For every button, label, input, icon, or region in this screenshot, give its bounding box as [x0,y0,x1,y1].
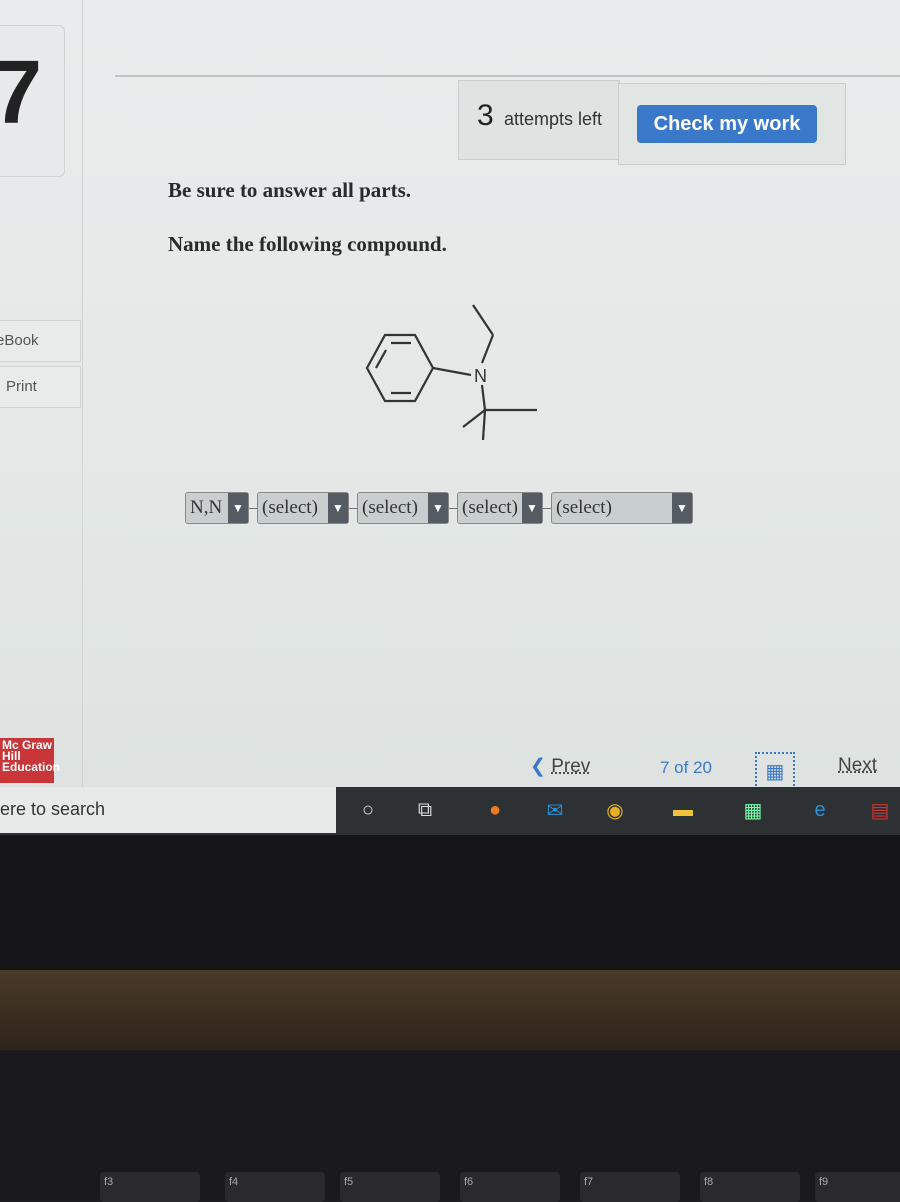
next-button[interactable]: Next [838,755,877,777]
key-f4: f4 [225,1172,325,1202]
chevron-down-icon: ▼ [672,493,692,523]
taskbar-search[interactable]: ere to search [0,787,336,833]
attempts-label: attempts left [504,109,602,130]
chrome-icon[interactable]: ◉ [600,795,630,825]
select-2[interactable]: (select) ▼ [357,492,449,524]
task-view-icon[interactable]: ⧉ [410,795,440,825]
chevron-down-icon: ▼ [228,493,248,523]
chevron-down-icon: ▼ [328,493,348,523]
key-f8: f8 [700,1172,800,1202]
answer-row: N,N ▼ (select) ▼ (select) ▼ (select) ▼ (sele… [185,492,693,524]
firefox-icon[interactable]: ● [480,795,510,825]
chevron-down-icon: ▼ [428,493,448,523]
select-prefix[interactable]: N,N ▼ [185,492,249,524]
prompt-text: Name the following compound. [168,232,447,257]
question-number-card: 7 [0,25,65,177]
instruction-text: Be sure to answer all parts. [168,178,411,203]
key-f5: f5 [340,1172,440,1202]
check-my-work-button[interactable]: Check my work [637,105,817,143]
grid-icon[interactable]: ▦ [755,752,795,790]
file-explorer-icon[interactable]: ▬ [668,795,698,825]
key-f3: f3 [100,1172,200,1202]
ebook-button[interactable]: eBook [0,320,81,362]
attempts-count: 3 [477,99,494,133]
select-1[interactable]: (select) ▼ [257,492,349,524]
screen: 7 eBook Print 3 attempts left Check my w… [0,0,900,835]
mail-icon[interactable]: ✉ [540,795,570,825]
question-position: 7 of 20 [660,758,712,778]
laptop-bezel [0,835,900,970]
select-3[interactable]: (select) ▼ [457,492,543,524]
ring-n-bond [433,368,471,375]
winrar-icon[interactable]: ▤ [865,795,895,825]
key-f6: f6 [460,1172,560,1202]
chevron-left-icon: ❮ [530,756,546,777]
key-f9: f9 [815,1172,900,1202]
internet-explorer-icon[interactable]: e [805,795,835,825]
compound-structure: N [355,295,565,445]
select-4[interactable]: (select) ▼ [551,492,693,524]
prev-button[interactable]: ❮ Prev [530,755,590,778]
chevron-down-icon: ▼ [522,493,542,523]
attempts-box: 3 attempts left [458,80,620,160]
key-f7: f7 [580,1172,680,1202]
laptop-hinge [0,970,900,1050]
cortana-icon[interactable]: ○ [353,795,383,825]
nitrogen-label: N [474,366,487,386]
mcgraw-hill-logo: Mc Graw Hill Education [0,738,54,783]
question-number: 7 [0,48,42,138]
calculator-icon[interactable]: ▦ [738,795,768,825]
left-panel: 7 eBook Print [0,0,83,790]
print-button[interactable]: Print [0,366,81,408]
